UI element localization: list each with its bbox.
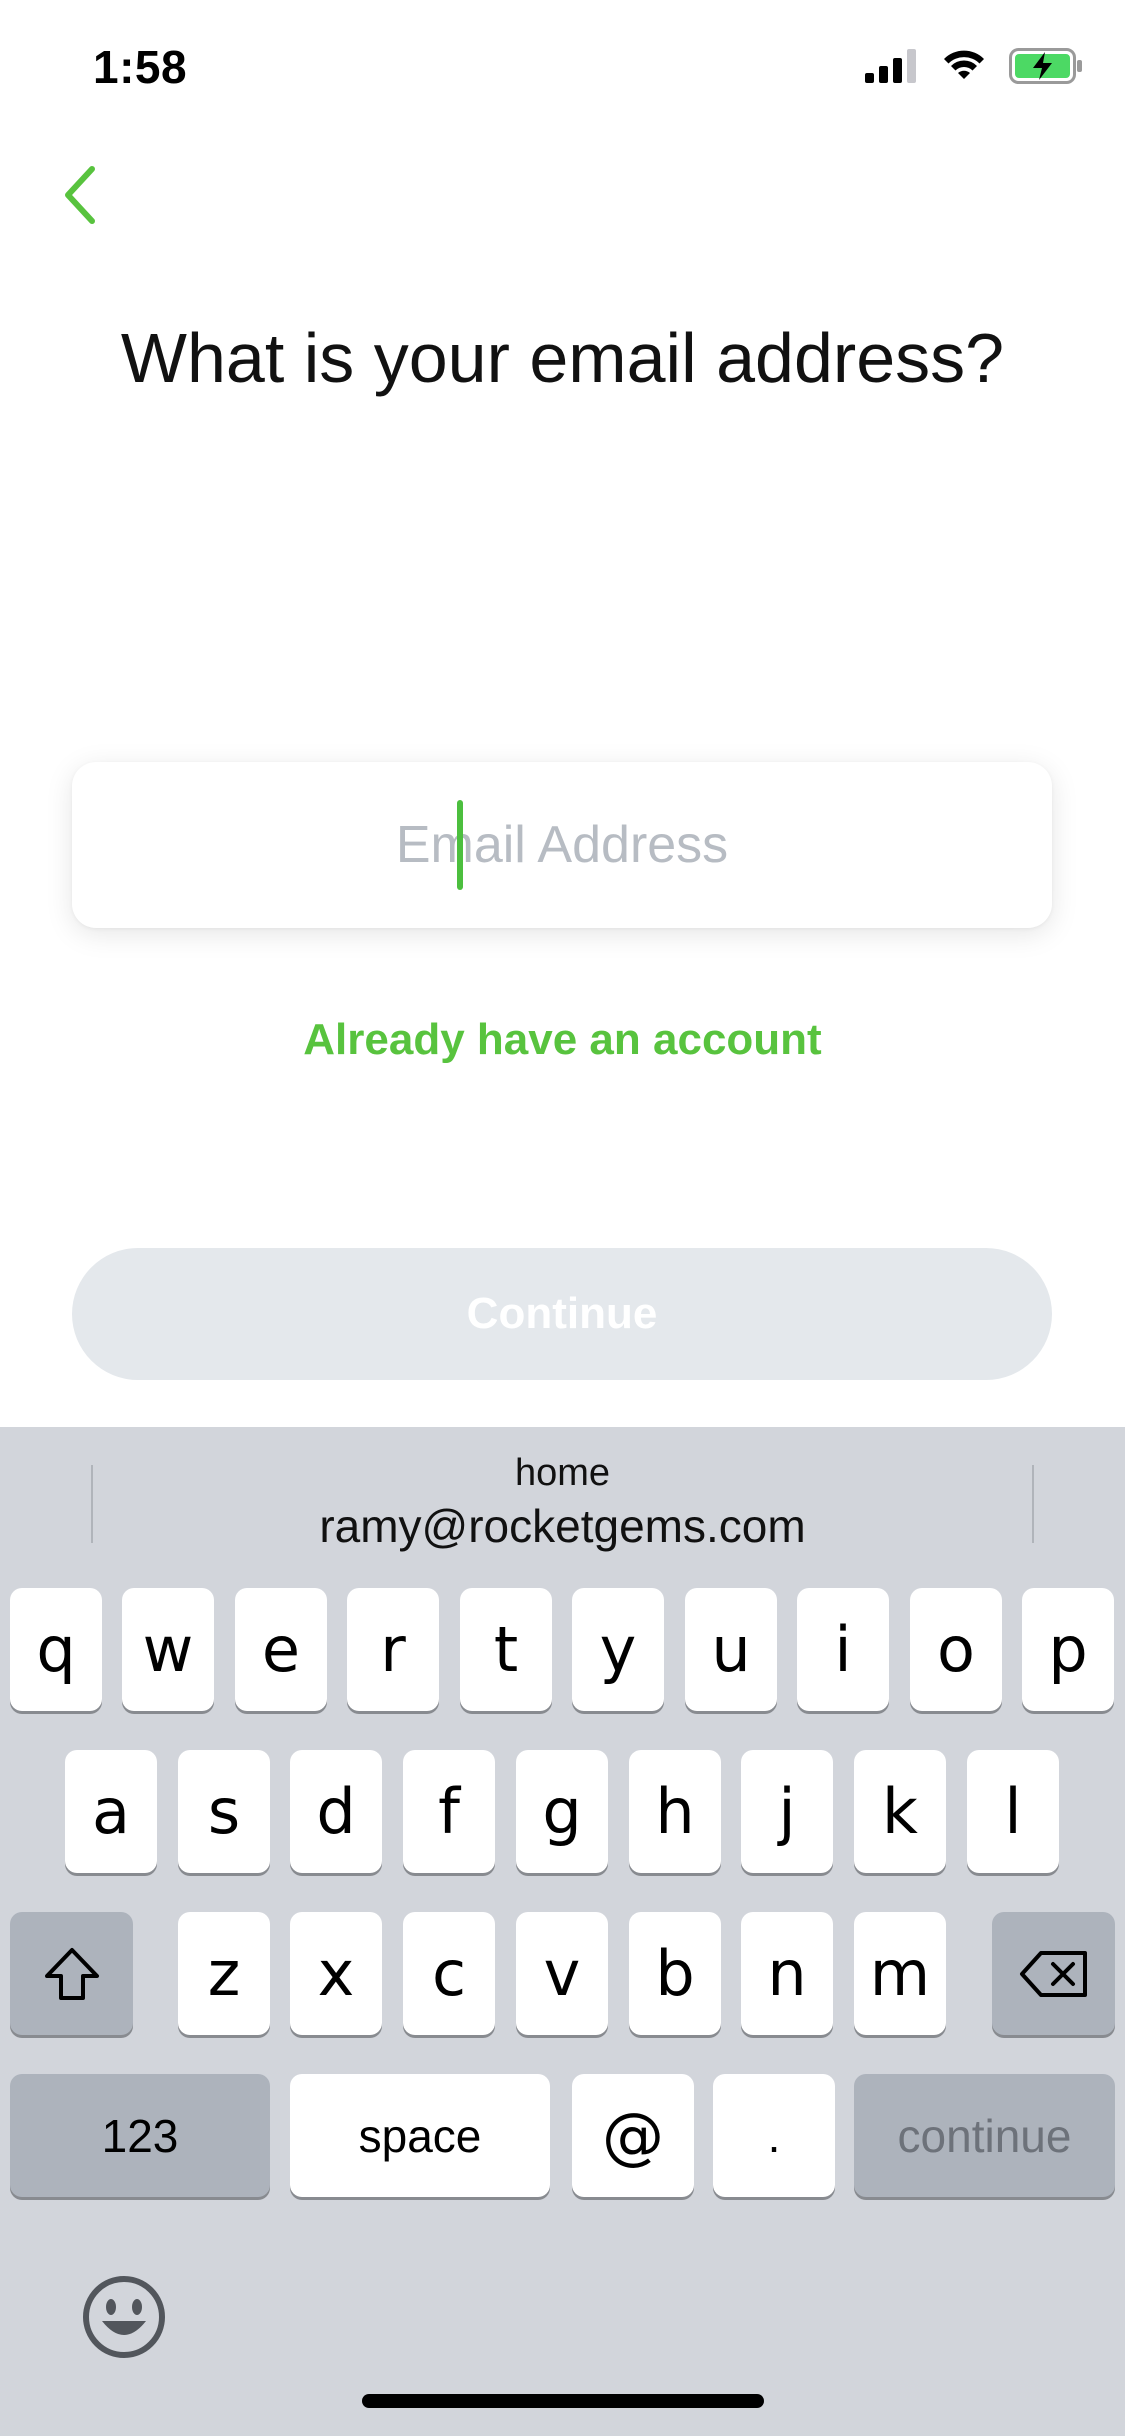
- shift-key[interactable]: [10, 1912, 133, 2035]
- key-z[interactable]: z: [178, 1912, 270, 2035]
- dot-key[interactable]: .: [713, 2074, 835, 2197]
- key-w[interactable]: w: [122, 1588, 214, 1711]
- status-icons: [865, 48, 1085, 84]
- suggestion-divider: [1032, 1465, 1034, 1543]
- suggestion-bar: home ramy@rocketgems.com: [0, 1427, 1125, 1577]
- page-title: What is your email address?: [120, 319, 1005, 397]
- key-e[interactable]: e: [235, 1588, 327, 1711]
- email-field[interactable]: [72, 814, 1052, 876]
- key-v[interactable]: v: [516, 1912, 608, 2035]
- space-key[interactable]: space: [290, 2074, 550, 2197]
- key-l[interactable]: l: [967, 1750, 1059, 1873]
- key-t[interactable]: t: [460, 1588, 552, 1711]
- status-bar: 1:58: [0, 0, 1125, 140]
- emoji-button[interactable]: [82, 2275, 166, 2359]
- email-suggestion[interactable]: home ramy@rocketgems.com: [95, 1452, 1030, 1553]
- key-u[interactable]: u: [685, 1588, 777, 1711]
- key-q[interactable]: q: [10, 1588, 102, 1711]
- home-indicator[interactable]: [362, 2394, 764, 2408]
- numbers-key[interactable]: 123: [10, 2074, 270, 2197]
- battery-charging-icon: [1009, 48, 1082, 84]
- suggestion-divider: [91, 1465, 93, 1543]
- backspace-icon: [1019, 1950, 1087, 1997]
- emoji-icon: [83, 2276, 165, 2358]
- shift-icon: [44, 1947, 99, 2000]
- key-j[interactable]: j: [741, 1750, 833, 1873]
- key-b[interactable]: b: [629, 1912, 721, 2035]
- key-g[interactable]: g: [516, 1750, 608, 1873]
- key-d[interactable]: d: [290, 1750, 382, 1873]
- back-button[interactable]: [40, 150, 120, 240]
- key-r[interactable]: r: [347, 1588, 439, 1711]
- key-a[interactable]: a: [65, 1750, 157, 1873]
- key-h[interactable]: h: [629, 1750, 721, 1873]
- status-time: 1:58: [93, 41, 188, 93]
- already-have-account-link[interactable]: Already have an account: [0, 1015, 1125, 1065]
- key-n[interactable]: n: [741, 1912, 833, 2035]
- chevron-left-icon: [65, 166, 95, 224]
- key-y[interactable]: y: [572, 1588, 664, 1711]
- at-key[interactable]: @: [572, 2074, 694, 2197]
- keyboard: home ramy@rocketgems.com q w e r t y u i…: [0, 1427, 1125, 2436]
- text-cursor: [457, 800, 463, 890]
- wifi-icon: [944, 50, 984, 79]
- return-continue-key[interactable]: continue: [854, 2074, 1115, 2197]
- key-k[interactable]: k: [854, 1750, 946, 1873]
- key-i[interactable]: i: [797, 1588, 889, 1711]
- email-field-container[interactable]: [72, 762, 1052, 928]
- key-c[interactable]: c: [403, 1912, 495, 2035]
- key-x[interactable]: x: [290, 1912, 382, 2035]
- key-s[interactable]: s: [178, 1750, 270, 1873]
- key-m[interactable]: m: [854, 1912, 946, 2035]
- key-o[interactable]: o: [910, 1588, 1002, 1711]
- continue-button[interactable]: Continue: [72, 1248, 1052, 1380]
- signal-icon: [865, 49, 916, 83]
- suggestion-value: ramy@rocketgems.com: [319, 1500, 806, 1552]
- key-p[interactable]: p: [1022, 1588, 1114, 1711]
- backspace-key[interactable]: [992, 1912, 1115, 2035]
- key-f[interactable]: f: [403, 1750, 495, 1873]
- suggestion-label: home: [514, 1452, 611, 1494]
